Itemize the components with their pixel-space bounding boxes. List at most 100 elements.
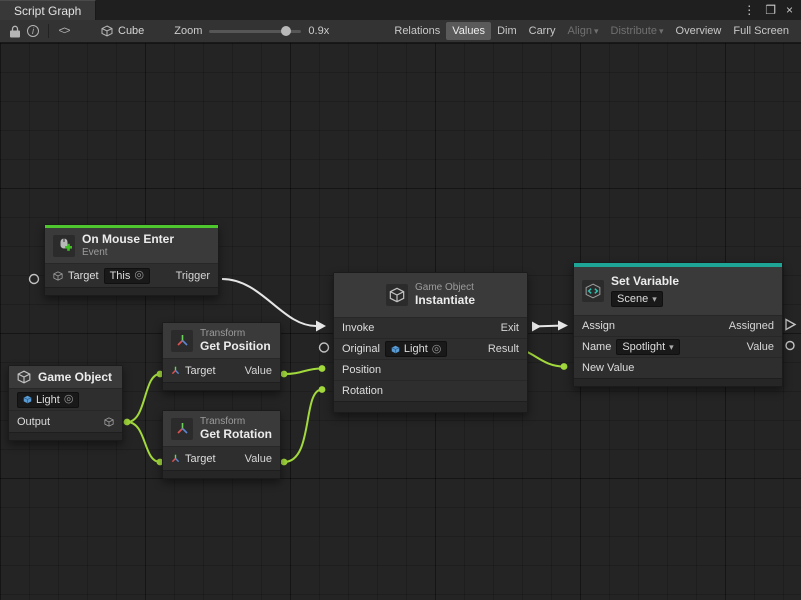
- tab-bar-spacer: [96, 0, 735, 20]
- variable-name-dropdown[interactable]: Spotlight ▾: [616, 339, 679, 355]
- wire-light-to-getrotation: [127, 422, 160, 462]
- name-port-label: Name: [582, 341, 611, 353]
- script-graph-window: Script Graph ⋮ ❐ × i <> Cube Zoom 0.9x R…: [0, 0, 801, 600]
- scope-dropdown[interactable]: Scene ▾: [611, 291, 663, 307]
- wire-light-to-getposition: [127, 374, 160, 422]
- node-footer: [9, 432, 122, 440]
- wire-trigger-to-invoke: [222, 279, 316, 326]
- cube-icon: [53, 271, 63, 281]
- node-title: Get Position: [200, 340, 271, 354]
- node-header: Game Object: [9, 366, 122, 388]
- graph-canvas[interactable]: On Mouse Enter Event Target This ◎ Trigg…: [0, 43, 801, 600]
- distribute-button[interactable]: Distribute▾: [605, 22, 670, 40]
- arrowhead: [316, 321, 326, 332]
- cube-icon: [391, 345, 400, 354]
- exit-port-marker: [532, 322, 541, 332]
- node-set-variable[interactable]: Set Variable Scene ▾ Assign Assigned Nam…: [573, 262, 783, 387]
- fullscreen-button[interactable]: Full Screen: [727, 22, 795, 40]
- graph-name: Cube: [118, 25, 144, 37]
- node-get-rotation[interactable]: Transform Get Rotation Target Value: [162, 410, 281, 479]
- graph-breadcrumb[interactable]: Cube: [101, 25, 144, 37]
- transform-axis-icon: [171, 366, 180, 375]
- align-button[interactable]: Align▾: [562, 22, 605, 40]
- output-port-label: Output: [17, 416, 50, 428]
- tab-title: Script Graph: [14, 4, 81, 18]
- window-controls: ⋮ ❐ ×: [735, 0, 801, 20]
- values-button[interactable]: Values: [446, 22, 491, 40]
- cube-icon: [17, 370, 31, 384]
- node-on-mouse-enter[interactable]: On Mouse Enter Event Target This ◎ Trigg…: [44, 224, 219, 296]
- tab-script-graph[interactable]: Script Graph: [0, 0, 96, 20]
- node-get-position[interactable]: Transform Get Position Target Value: [162, 322, 281, 391]
- cube-icon: [386, 284, 408, 306]
- new-value-port-label: New Value: [582, 362, 634, 374]
- node-category: Transform: [200, 416, 272, 428]
- port-row: Name Spotlight ▾ Value: [574, 336, 782, 357]
- lock-icon[interactable]: [6, 22, 24, 40]
- this-object-field[interactable]: This ◎: [104, 268, 150, 284]
- node-header: Transform Get Position: [163, 323, 280, 358]
- value-row: Light ◎: [9, 388, 122, 410]
- relations-button[interactable]: Relations: [388, 22, 446, 40]
- chevron-down-icon: ▾: [669, 342, 674, 353]
- node-footer: [163, 470, 280, 478]
- node-category: Transform: [200, 328, 271, 340]
- rotation-port-label: Rotation: [342, 385, 383, 397]
- zoom-control: Zoom 0.9x: [174, 25, 329, 37]
- node-title: Get Rotation: [200, 428, 272, 442]
- assign-port-label: Assign: [582, 320, 615, 332]
- node-footer: [45, 287, 218, 295]
- port-row: Target Value: [163, 358, 280, 382]
- cube-icon: [104, 417, 114, 427]
- invoke-port-label: Invoke: [342, 322, 374, 334]
- chevron-down-icon: ▾: [594, 26, 599, 36]
- node-header: On Mouse Enter Event: [45, 228, 218, 263]
- node-instantiate[interactable]: Game Object Instantiate Invoke Exit Orig…: [333, 272, 528, 413]
- close-icon[interactable]: ×: [786, 3, 793, 17]
- toolbar-divider: [48, 24, 49, 38]
- info-icon[interactable]: i: [24, 22, 42, 40]
- overview-button[interactable]: Overview: [670, 22, 728, 40]
- carry-button[interactable]: Carry: [523, 22, 562, 40]
- node-title: Instantiate: [415, 294, 475, 308]
- port-row: Invoke Exit: [334, 317, 527, 338]
- target-port-label: Target: [185, 453, 216, 465]
- node-header: Game Object Instantiate: [334, 273, 527, 317]
- node-subtitle: Event: [82, 247, 174, 259]
- maximize-icon[interactable]: ❐: [765, 3, 776, 17]
- zoom-slider[interactable]: [209, 30, 301, 33]
- original-input-port: [320, 343, 329, 352]
- assigned-port-label: Assigned: [729, 320, 774, 332]
- code-icon[interactable]: <>: [55, 22, 73, 40]
- object-picker-icon[interactable]: ◎: [64, 394, 74, 405]
- value-port-label: Value: [245, 453, 272, 465]
- dim-button[interactable]: Dim: [491, 22, 523, 40]
- target-port-label: Target: [185, 365, 216, 377]
- position-port-label: Position: [342, 364, 381, 376]
- zoom-value: 0.9x: [308, 25, 329, 37]
- tab-bar: Script Graph ⋮ ❐ ×: [0, 0, 801, 20]
- light-object-field[interactable]: Light ◎: [385, 341, 447, 357]
- light-object-field[interactable]: Light ◎: [17, 392, 79, 408]
- node-title: Game Object: [38, 370, 112, 384]
- port-row: Output: [9, 410, 122, 432]
- node-footer: [334, 401, 527, 412]
- value-output-port: [786, 342, 794, 350]
- chevron-down-icon: ▾: [659, 26, 664, 36]
- node-game-object-light[interactable]: Game Object Light ◎ Output: [8, 365, 123, 441]
- port-row: Target This ◎ Trigger: [45, 263, 218, 287]
- chevron-down-icon: ▾: [652, 294, 657, 304]
- zoom-slider-handle[interactable]: [281, 26, 291, 36]
- port-row: Position: [334, 359, 527, 380]
- node-title: Set Variable: [611, 275, 679, 289]
- wire-exit-to-assign: [532, 326, 560, 327]
- port-row: Assign Assigned: [574, 315, 782, 336]
- transform-axis-icon: [171, 454, 180, 463]
- variable-icon: [582, 280, 604, 302]
- object-picker-icon[interactable]: ◎: [134, 270, 144, 281]
- cube-icon: [23, 395, 32, 404]
- transform-icon: [171, 330, 193, 352]
- object-picker-icon[interactable]: ◎: [432, 344, 442, 355]
- menu-icon[interactable]: ⋮: [743, 3, 755, 17]
- target-port-label: Target: [68, 270, 99, 282]
